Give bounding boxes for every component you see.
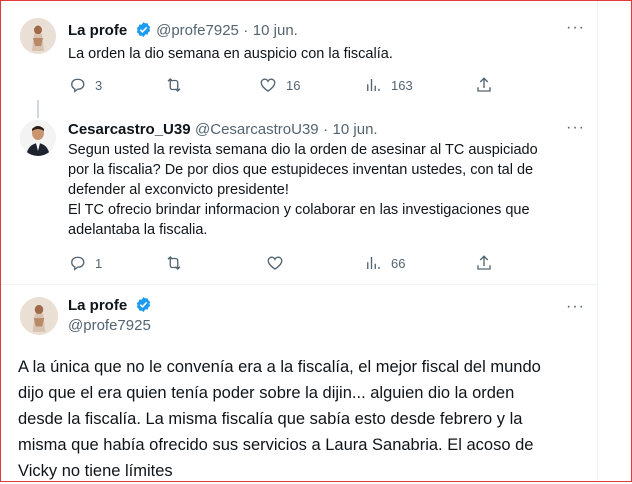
like-count: 16 <box>286 77 301 93</box>
views-count: 66 <box>391 255 406 271</box>
tweet-text: Segun usted la revista semana dio la ord… <box>68 140 538 240</box>
author-handle[interactable]: @profe7925 <box>68 317 151 334</box>
retweet-button[interactable] <box>165 76 183 94</box>
verified-badge-icon <box>135 296 152 318</box>
reply-count: 3 <box>95 77 103 93</box>
like-icon <box>260 78 276 92</box>
reply-icon <box>71 256 85 271</box>
verified-badge-icon <box>135 21 152 43</box>
tweet-2[interactable]: Cesarcastro_U39 @CesarcastroU39 · 10 jun… <box>0 108 597 286</box>
tweet-text: La orden la dio semana en auspicio con l… <box>68 46 393 62</box>
author-name[interactable]: La profe <box>68 22 127 39</box>
separator: · <box>323 121 329 138</box>
tweet-text-line: Vicky no tiene límites <box>18 462 173 480</box>
tweet-date[interactable]: 10 jun. <box>333 121 378 138</box>
share-button[interactable] <box>475 254 493 272</box>
views-icon <box>367 79 380 91</box>
separator: · <box>243 22 249 39</box>
share-icon <box>477 77 491 92</box>
more-icon[interactable]: ··· <box>566 298 585 316</box>
like-button[interactable]: 16 <box>259 76 300 94</box>
tweet-date[interactable]: 10 jun. <box>253 22 298 39</box>
views-count: 163 <box>391 77 413 93</box>
tweet-text-line: misma que había ofrecido sus servicios a… <box>18 436 534 454</box>
tweet-1[interactable]: La profe @profe7925 · 10 jun. ··· La ord… <box>0 0 597 108</box>
share-button[interactable] <box>475 76 493 94</box>
tweet-text-line: dijo que el era quien tenía poder sobre … <box>18 384 515 402</box>
retweet-icon <box>167 256 181 270</box>
main-tweet-text: A la única que no le convenía era a la f… <box>18 354 583 484</box>
more-icon[interactable]: ··· <box>566 119 585 137</box>
retweet-icon <box>167 78 181 92</box>
author-handle[interactable]: @profe7925 <box>156 22 239 39</box>
tweet-text-line: defender al exconvicto presidente! <box>68 182 289 198</box>
tweet-text-line: A la única que no le convenía era a la f… <box>18 358 541 376</box>
right-panel-edge <box>597 0 632 482</box>
author-name[interactable]: La profe <box>68 297 127 314</box>
tweet-text-line: por la fiscalia? De por dios que estupid… <box>68 162 534 178</box>
views-button[interactable]: 163 <box>364 76 413 94</box>
views-icon <box>367 257 380 269</box>
like-button[interactable] <box>266 254 284 272</box>
avatar-la-profe[interactable] <box>20 18 56 54</box>
reply-icon <box>71 78 85 93</box>
tweet-text-line: El TC ofrecio brindar informacion y cola… <box>68 202 530 218</box>
reply-count: 1 <box>95 255 103 271</box>
avatar-cesarcastro[interactable] <box>20 120 56 156</box>
tweet-text-line: adelantaba la fiscalia. <box>68 222 208 238</box>
author-handle[interactable]: @CesarcastroU39 <box>195 121 319 138</box>
more-icon[interactable]: ··· <box>566 19 585 37</box>
retweet-button[interactable] <box>165 254 183 272</box>
share-icon <box>477 255 491 270</box>
views-button[interactable]: 66 <box>364 254 405 272</box>
tweet-text-line: Segun usted la revista semana dio la ord… <box>68 142 538 158</box>
tweet-text-line: desde la fiscalía. La misma fiscalía que… <box>18 410 523 428</box>
reply-button[interactable]: 3 <box>68 76 102 94</box>
avatar-la-profe[interactable] <box>20 297 58 335</box>
author-name[interactable]: Cesarcastro_U39 <box>68 121 191 138</box>
like-icon <box>267 256 283 270</box>
reply-button[interactable]: 1 <box>68 254 102 272</box>
